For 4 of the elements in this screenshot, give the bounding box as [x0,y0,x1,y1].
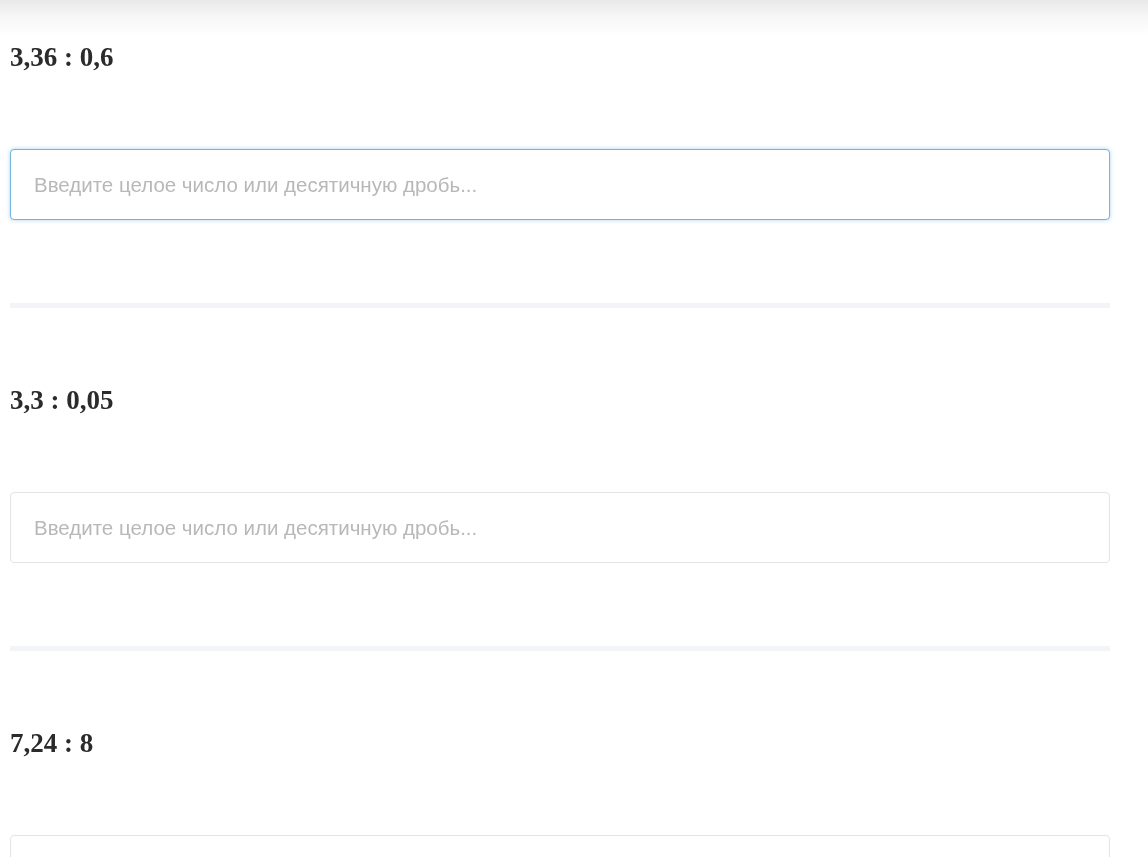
math-expression: 3,36 : 0,6 [10,42,114,72]
answer-input-field[interactable]: Введите целое число или десятичную дробь... [10,149,1110,220]
math-expression: 3,3 : 0,05 [10,385,114,415]
math-expression: 7,24 : 8 [10,728,94,758]
